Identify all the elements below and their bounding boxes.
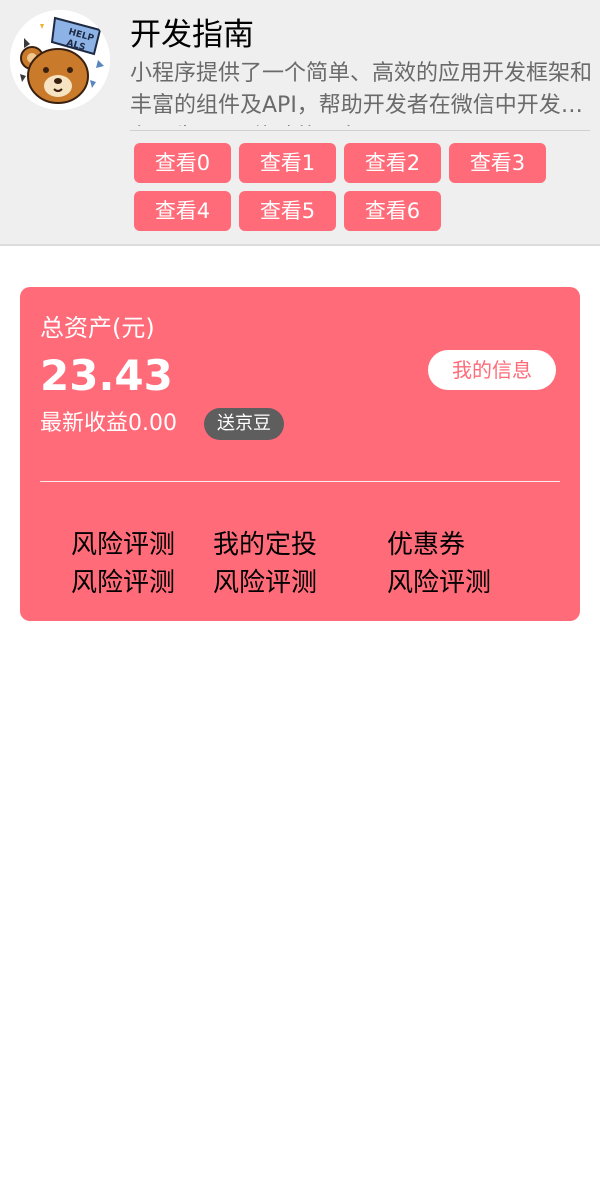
menu-risk-assessment-4[interactable]: 风险评测 bbox=[387, 565, 491, 601]
avatar[interactable]: HELP ALS bbox=[10, 10, 110, 110]
menu-risk-assessment-3[interactable]: 风险评测 bbox=[213, 565, 317, 601]
header-section: HELP ALS 开发指南 小程序提供了一个简单、高效的应用开发框架和丰富的组件… bbox=[0, 0, 600, 246]
bear-avatar-icon: HELP ALS bbox=[10, 10, 110, 110]
view-button-1[interactable]: 查看1 bbox=[239, 143, 336, 183]
page-title: 开发指南 bbox=[130, 17, 254, 53]
jingdou-badge[interactable]: 送京豆 bbox=[204, 408, 284, 440]
menu-my-investment-plan[interactable]: 我的定投 bbox=[213, 527, 317, 563]
view-button-2[interactable]: 查看2 bbox=[344, 143, 441, 183]
page-description: 小程序提供了一个简单、高效的应用开发框架和丰富的组件及API，帮助开发者在微信中… bbox=[130, 61, 592, 126]
total-assets-label: 总资产(元) bbox=[40, 314, 155, 342]
view-button-3[interactable]: 查看3 bbox=[449, 143, 546, 183]
card-divider bbox=[40, 481, 560, 482]
view-button-4[interactable]: 查看4 bbox=[134, 191, 231, 231]
menu-coupons[interactable]: 优惠券 bbox=[387, 527, 465, 563]
view-button-5[interactable]: 查看5 bbox=[239, 191, 336, 231]
menu-risk-assessment-2[interactable]: 风险评测 bbox=[71, 565, 175, 601]
view-button-6[interactable]: 查看6 bbox=[344, 191, 441, 231]
menu-risk-assessment[interactable]: 风险评测 bbox=[71, 527, 175, 563]
view-button-0[interactable]: 查看0 bbox=[134, 143, 231, 183]
assets-card: 总资产(元) 23.43 我的信息 最新收益0.00 送京豆 风险评测 我的定投… bbox=[20, 287, 580, 621]
my-info-button[interactable]: 我的信息 bbox=[428, 350, 556, 390]
total-assets-amount: 23.43 bbox=[40, 351, 173, 400]
header-divider bbox=[130, 130, 590, 131]
latest-earnings: 最新收益0.00 bbox=[40, 411, 177, 436]
